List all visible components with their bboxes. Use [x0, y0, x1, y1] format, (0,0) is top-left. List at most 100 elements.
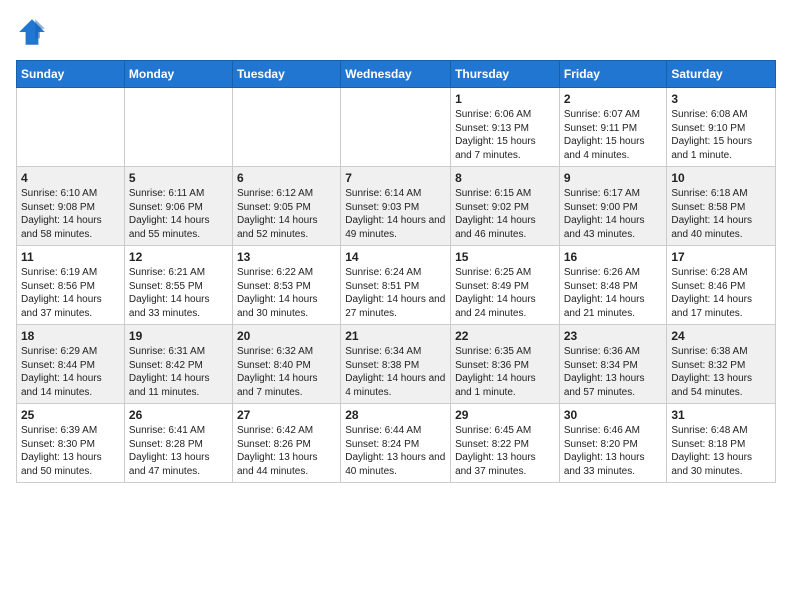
page-header [16, 16, 776, 48]
day-number: 1 [455, 92, 555, 106]
day-info: Sunrise: 6:46 AM Sunset: 8:20 PM Dayligh… [564, 424, 663, 478]
calendar-cell: 17Sunrise: 6:28 AM Sunset: 8:46 PM Dayli… [667, 246, 776, 325]
calendar-cell: 26 Sunrise: 6:41 AM Sunset: 8:28 PM Dayli… [124, 404, 232, 483]
day-number: 14 [345, 250, 446, 264]
day-info: Sunrise: 6:24 AM Sunset: 8:51 PM Dayligh… [345, 266, 446, 320]
calendar-cell: 31Sunrise: 6:48 AM Sunset: 8:18 PM Dayli… [667, 404, 776, 483]
day-header-friday: Friday [559, 61, 667, 88]
day-info: Sunrise: 6:08 AM Sunset: 9:10 PM Dayligh… [671, 108, 771, 162]
day-number: 31 [671, 408, 771, 422]
day-info: Sunrise: 6:38 AM Sunset: 8:32 PM Dayligh… [671, 345, 771, 399]
day-info: Sunrise: 6:22 AM Sunset: 8:53 PM Dayligh… [237, 266, 336, 320]
calendar-header: SundayMondayTuesdayWednesdayThursdayFrid… [17, 61, 776, 88]
calendar-cell: 2Sunrise: 6:07 AM Sunset: 9:11 PM Daylig… [559, 88, 667, 167]
day-number: 4 [21, 171, 120, 185]
calendar-cell [17, 88, 125, 167]
day-info: Sunrise: 6:11 AM Sunset: 9:06 PM Dayligh… [129, 187, 228, 241]
day-number: 13 [237, 250, 336, 264]
day-number: 7 [345, 171, 446, 185]
calendar-cell: 20 Sunrise: 6:32 AM Sunset: 8:40 PM Dayli… [232, 325, 340, 404]
day-info: Sunrise: 6:12 AM Sunset: 9:05 PM Dayligh… [237, 187, 336, 241]
day-number: 19 [129, 329, 228, 343]
day-header-sunday: Sunday [17, 61, 125, 88]
day-info: Sunrise: 6:21 AM Sunset: 8:55 PM Dayligh… [129, 266, 228, 320]
day-number: 9 [564, 171, 663, 185]
calendar-cell: 14 Sunrise: 6:24 AM Sunset: 8:51 PM Dayli… [341, 246, 451, 325]
calendar-cell: 30Sunrise: 6:46 AM Sunset: 8:20 PM Dayli… [559, 404, 667, 483]
day-header-tuesday: Tuesday [232, 61, 340, 88]
calendar-cell: 10 Sunrise: 6:18 AM Sunset: 8:58 PM Dayli… [667, 167, 776, 246]
day-info: Sunrise: 6:32 AM Sunset: 8:40 PM Dayligh… [237, 345, 336, 399]
day-number: 20 [237, 329, 336, 343]
calendar-week-1: 1 Sunrise: 6:06 AM Sunset: 9:13 PM Daylig… [17, 88, 776, 167]
calendar-cell: 5 Sunrise: 6:11 AM Sunset: 9:06 PM Daylig… [124, 167, 232, 246]
day-number: 28 [345, 408, 446, 422]
day-number: 21 [345, 329, 446, 343]
calendar-week-2: 4 Sunrise: 6:10 AM Sunset: 9:08 PM Daylig… [17, 167, 776, 246]
day-number: 16 [564, 250, 663, 264]
calendar-cell [341, 88, 451, 167]
day-info: Sunrise: 6:07 AM Sunset: 9:11 PM Dayligh… [564, 108, 663, 162]
days-of-week-row: SundayMondayTuesdayWednesdayThursdayFrid… [17, 61, 776, 88]
day-info: Sunrise: 6:29 AM Sunset: 8:44 PM Dayligh… [21, 345, 120, 399]
day-header-monday: Monday [124, 61, 232, 88]
calendar-cell: 7 Sunrise: 6:14 AM Sunset: 9:03 PM Daylig… [341, 167, 451, 246]
day-info: Sunrise: 6:19 AM Sunset: 8:56 PM Dayligh… [21, 266, 120, 320]
calendar-week-5: 25 Sunrise: 6:39 AM Sunset: 8:30 PM Dayli… [17, 404, 776, 483]
logo [16, 16, 52, 48]
day-info: Sunrise: 6:42 AM Sunset: 8:26 PM Dayligh… [237, 424, 336, 478]
calendar-cell [124, 88, 232, 167]
day-number: 26 [129, 408, 228, 422]
day-number: 10 [671, 171, 771, 185]
calendar-cell: 28 Sunrise: 6:44 AM Sunset: 8:24 PM Dayli… [341, 404, 451, 483]
day-info: Sunrise: 6:25 AM Sunset: 8:49 PM Dayligh… [455, 266, 555, 320]
day-info: Sunrise: 6:28 AM Sunset: 8:46 PM Dayligh… [671, 266, 771, 320]
calendar-cell: 21 Sunrise: 6:34 AM Sunset: 8:38 PM Dayli… [341, 325, 451, 404]
day-number: 3 [671, 92, 771, 106]
calendar-cell: 19 Sunrise: 6:31 AM Sunset: 8:42 PM Dayli… [124, 325, 232, 404]
day-info: Sunrise: 6:14 AM Sunset: 9:03 PM Dayligh… [345, 187, 446, 241]
day-info: Sunrise: 6:36 AM Sunset: 8:34 PM Dayligh… [564, 345, 663, 399]
day-number: 22 [455, 329, 555, 343]
calendar-cell: 18Sunrise: 6:29 AM Sunset: 8:44 PM Dayli… [17, 325, 125, 404]
logo-icon [16, 16, 48, 48]
day-number: 23 [564, 329, 663, 343]
day-info: Sunrise: 6:34 AM Sunset: 8:38 PM Dayligh… [345, 345, 446, 399]
calendar-cell: 6Sunrise: 6:12 AM Sunset: 9:05 PM Daylig… [232, 167, 340, 246]
day-header-saturday: Saturday [667, 61, 776, 88]
day-header-thursday: Thursday [451, 61, 560, 88]
day-info: Sunrise: 6:18 AM Sunset: 8:58 PM Dayligh… [671, 187, 771, 241]
calendar-cell [232, 88, 340, 167]
day-number: 8 [455, 171, 555, 185]
day-info: Sunrise: 6:45 AM Sunset: 8:22 PM Dayligh… [455, 424, 555, 478]
day-number: 11 [21, 250, 120, 264]
calendar-cell: 25 Sunrise: 6:39 AM Sunset: 8:30 PM Dayli… [17, 404, 125, 483]
calendar-week-3: 11 Sunrise: 6:19 AM Sunset: 8:56 PM Dayli… [17, 246, 776, 325]
day-number: 12 [129, 250, 228, 264]
day-number: 27 [237, 408, 336, 422]
day-info: Sunrise: 6:44 AM Sunset: 8:24 PM Dayligh… [345, 424, 446, 478]
day-info: Sunrise: 6:41 AM Sunset: 8:28 PM Dayligh… [129, 424, 228, 478]
calendar-cell: 1 Sunrise: 6:06 AM Sunset: 9:13 PM Daylig… [451, 88, 560, 167]
calendar-body: 1 Sunrise: 6:06 AM Sunset: 9:13 PM Daylig… [17, 88, 776, 483]
calendar-cell: 13 Sunrise: 6:22 AM Sunset: 8:53 PM Dayli… [232, 246, 340, 325]
calendar-cell: 24 Sunrise: 6:38 AM Sunset: 8:32 PM Dayli… [667, 325, 776, 404]
day-info: Sunrise: 6:26 AM Sunset: 8:48 PM Dayligh… [564, 266, 663, 320]
day-number: 25 [21, 408, 120, 422]
calendar-week-4: 18Sunrise: 6:29 AM Sunset: 8:44 PM Dayli… [17, 325, 776, 404]
day-info: Sunrise: 6:31 AM Sunset: 8:42 PM Dayligh… [129, 345, 228, 399]
calendar-table: SundayMondayTuesdayWednesdayThursdayFrid… [16, 60, 776, 483]
calendar-cell: 27 Sunrise: 6:42 AM Sunset: 8:26 PM Dayli… [232, 404, 340, 483]
day-info: Sunrise: 6:10 AM Sunset: 9:08 PM Dayligh… [21, 187, 120, 241]
day-info: Sunrise: 6:06 AM Sunset: 9:13 PM Dayligh… [455, 108, 555, 162]
day-header-wednesday: Wednesday [341, 61, 451, 88]
day-info: Sunrise: 6:17 AM Sunset: 9:00 PM Dayligh… [564, 187, 663, 241]
day-info: Sunrise: 6:35 AM Sunset: 8:36 PM Dayligh… [455, 345, 555, 399]
day-number: 5 [129, 171, 228, 185]
day-info: Sunrise: 6:39 AM Sunset: 8:30 PM Dayligh… [21, 424, 120, 478]
calendar-cell: 11 Sunrise: 6:19 AM Sunset: 8:56 PM Dayli… [17, 246, 125, 325]
day-info: Sunrise: 6:15 AM Sunset: 9:02 PM Dayligh… [455, 187, 555, 241]
day-number: 24 [671, 329, 771, 343]
calendar-cell: 15Sunrise: 6:25 AM Sunset: 8:49 PM Dayli… [451, 246, 560, 325]
calendar-cell: 8 Sunrise: 6:15 AM Sunset: 9:02 PM Daylig… [451, 167, 560, 246]
